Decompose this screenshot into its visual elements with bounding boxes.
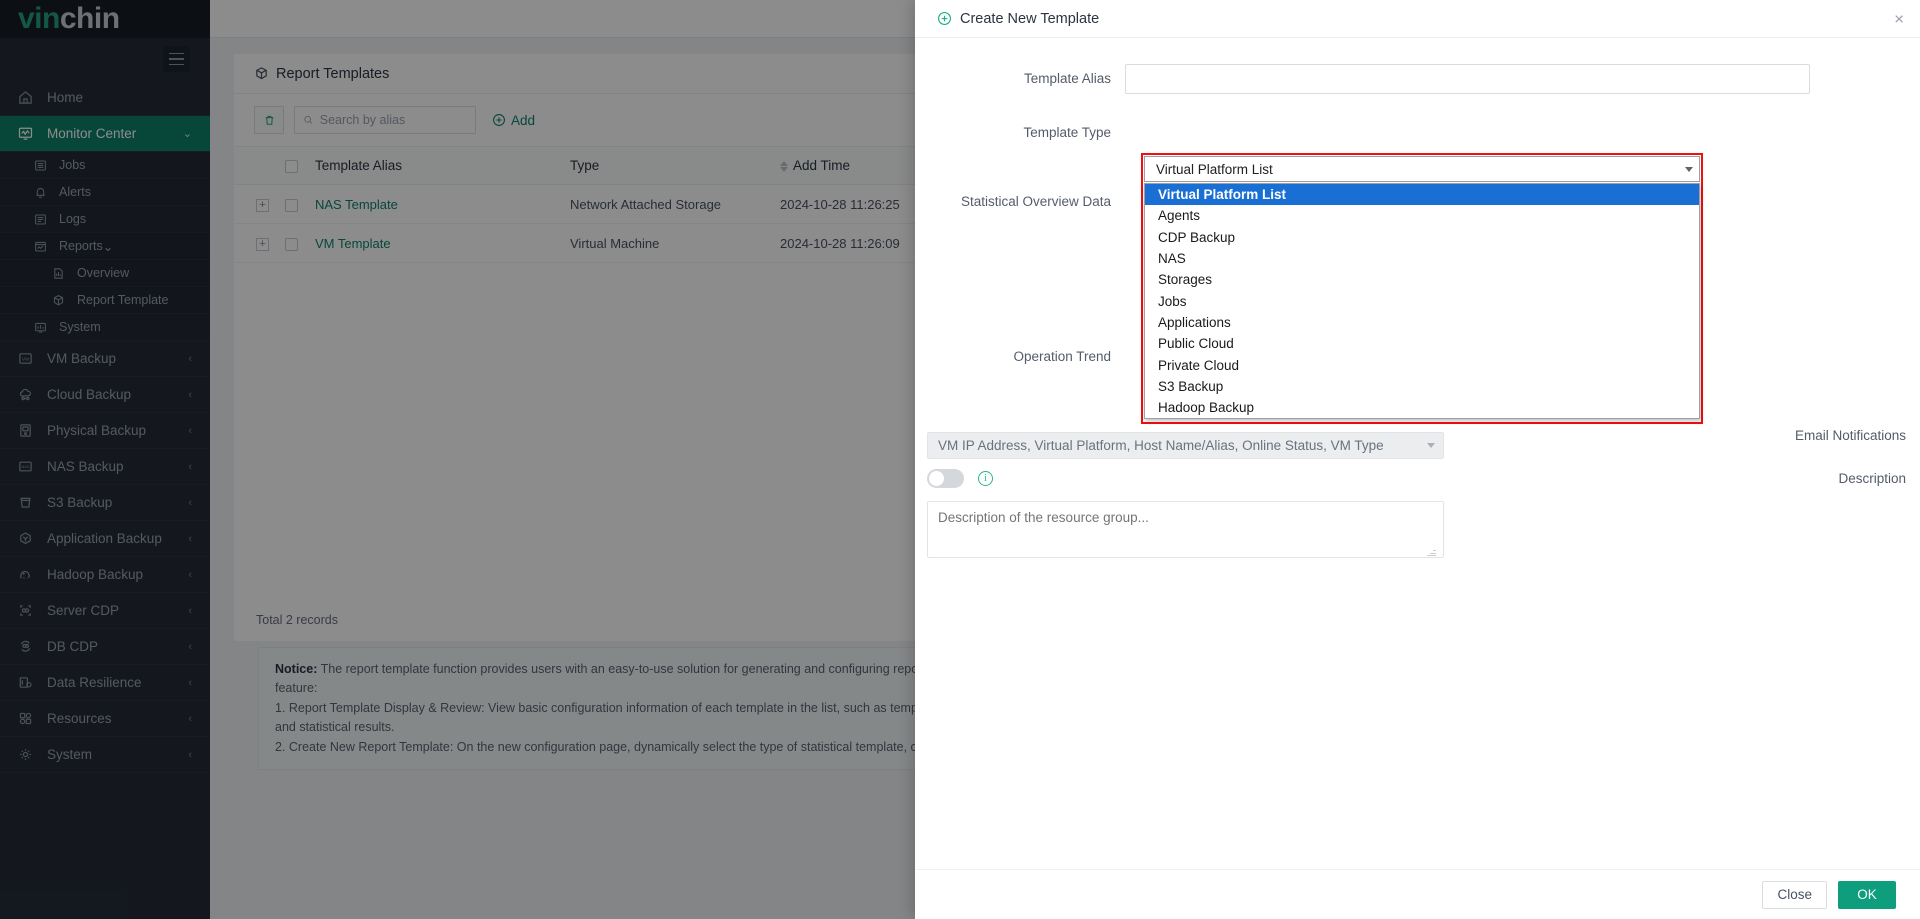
option-cdp-backup[interactable]: CDP Backup: [1145, 227, 1699, 248]
field-template-alias: Template Alias: [915, 64, 1920, 94]
template-type-label: Template Type: [1023, 125, 1111, 140]
template-alias-label: Template Alias: [1023, 71, 1111, 86]
template-type-select[interactable]: Virtual Platform List: [1144, 156, 1700, 182]
option-agents[interactable]: Agents: [1145, 205, 1699, 226]
close-button[interactable]: Close: [1762, 880, 1827, 909]
modal-body: Template Alias Template Type Statistical…: [915, 38, 1920, 869]
option-applications[interactable]: Applications: [1145, 312, 1699, 333]
textarea-resize-handle[interactable]: [1427, 547, 1436, 556]
option-s3-backup[interactable]: S3 Backup: [1145, 376, 1699, 397]
description-label: Description: [1838, 471, 1906, 486]
email-notifications-label: Email Notifications: [1794, 428, 1906, 443]
template-type-select-highlight: Virtual Platform List Virtual Platform L…: [1141, 153, 1703, 425]
operation-trend-label: Operation Trend: [1013, 349, 1111, 364]
option-jobs[interactable]: Jobs: [1145, 290, 1699, 311]
close-icon[interactable]: ×: [1894, 10, 1904, 27]
option-virtual-platform-list[interactable]: Virtual Platform List: [1145, 184, 1699, 206]
template-type-option-list: Virtual Platform List Agents CDP Backup …: [1144, 183, 1700, 420]
plus-circle-icon: [937, 11, 952, 26]
template-alias-input[interactable]: [1125, 64, 1810, 94]
option-storages[interactable]: Storages: [1145, 269, 1699, 290]
chevron-down-icon: [1427, 443, 1435, 448]
create-template-modal: Create New Template × Template Alias Tem…: [915, 0, 1920, 919]
email-notifications-row: i: [927, 469, 993, 488]
template-type-selected-value: Virtual Platform List: [1156, 161, 1273, 177]
modal-title: Create New Template: [960, 10, 1100, 27]
chevron-down-icon: [1685, 166, 1693, 172]
overview-fields-multiselect[interactable]: VM IP Address, Virtual Platform, Host Na…: [927, 432, 1444, 459]
description-textarea[interactable]: [927, 501, 1444, 558]
option-public-cloud[interactable]: Public Cloud: [1145, 333, 1699, 354]
field-template-type: Template Type: [915, 118, 1920, 148]
modal-header: Create New Template ×: [915, 0, 1920, 38]
overview-fields-value: VM IP Address, Virtual Platform, Host Na…: [938, 438, 1384, 453]
statistical-overview-label: Statistical Overview Data: [960, 194, 1111, 209]
email-notifications-toggle[interactable]: [927, 469, 964, 488]
option-private-cloud[interactable]: Private Cloud: [1145, 354, 1699, 375]
info-icon[interactable]: i: [978, 471, 993, 486]
ok-button[interactable]: OK: [1838, 880, 1896, 909]
option-nas[interactable]: NAS: [1145, 248, 1699, 269]
app-root: vinchin Home Monitor Center ⌄ Jobs Alert…: [0, 0, 1920, 919]
option-hadoop-backup[interactable]: Hadoop Backup: [1145, 397, 1699, 418]
